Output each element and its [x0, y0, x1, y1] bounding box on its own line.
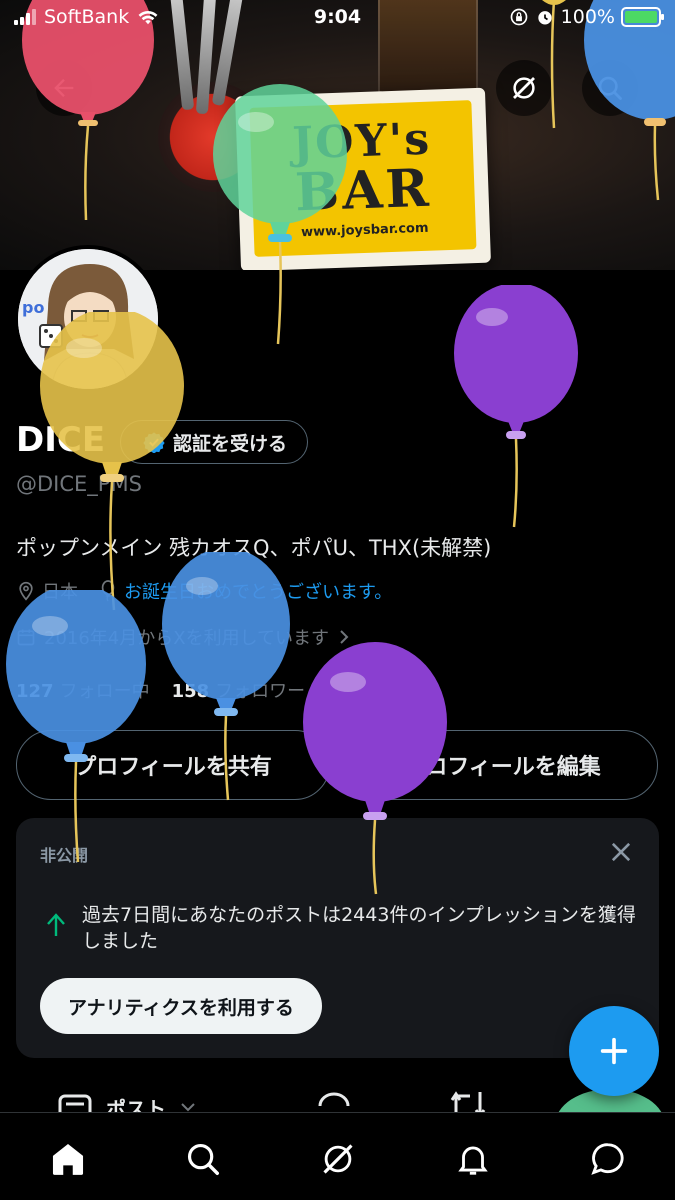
followers-link[interactable]: 158 フォロワー — [172, 677, 306, 703]
bottom-nav — [0, 1112, 675, 1200]
arrow-up-icon — [47, 913, 65, 936]
nav-grok[interactable] — [308, 1135, 368, 1183]
grok-icon — [322, 1144, 353, 1174]
grok-button[interactable] — [496, 60, 552, 116]
profile-location: 日本 — [42, 582, 78, 603]
following-count: 127 — [16, 681, 54, 702]
bell-icon — [457, 1146, 488, 1175]
profile-tabs: ポスト — [0, 1086, 675, 1114]
edit-profile-button[interactable]: プロフィールを編集 — [346, 730, 658, 800]
messages-icon — [590, 1143, 624, 1175]
display-name: DICE — [16, 420, 106, 460]
plus-icon — [600, 1037, 628, 1065]
chevron-right-icon — [340, 630, 349, 644]
search-icon — [187, 1143, 219, 1175]
joined-date[interactable]: 2016年4月からXを利用しています — [16, 624, 351, 650]
followers-label: フォロワー — [215, 681, 306, 702]
balloon-icon — [101, 580, 115, 602]
get-verified-button[interactable]: 認証を受ける — [120, 420, 309, 464]
coaster-url: www.joysbar.com — [300, 220, 429, 241]
posts-icon — [58, 1094, 92, 1114]
tab-posts-label: ポスト — [106, 1096, 166, 1115]
close-icon[interactable] — [607, 838, 635, 866]
tab-reposts-icon[interactable] — [448, 1090, 488, 1114]
nav-home[interactable] — [38, 1135, 98, 1183]
calendar-icon — [17, 629, 35, 646]
user-handle: @DICE_PMS — [16, 472, 142, 496]
share-profile-button[interactable]: プロフィールを共有 — [16, 730, 330, 800]
following-label: フォロー中 — [59, 681, 150, 702]
nav-messages[interactable] — [578, 1135, 638, 1183]
status-bar: SoftBank 9:04 100% — [0, 0, 675, 38]
avatar[interactable]: po — [14, 245, 162, 393]
back-arrow-icon — [54, 79, 74, 97]
coaster-subtitle: BAR — [294, 157, 433, 224]
location-pin-icon — [19, 581, 33, 601]
svg-text:po: po — [22, 298, 44, 317]
back-button[interactable] — [36, 60, 92, 116]
impressions-message: 過去7日間にあなたのポストは2443件のインプレッションを獲得しました — [82, 904, 636, 952]
profile-bio: ポップンメイン 残カオスQ、ポパU、THX(未解禁) — [16, 536, 492, 560]
tab-replies-icon[interactable] — [316, 1090, 352, 1114]
verified-badge-icon — [143, 432, 165, 453]
search-icon — [598, 76, 622, 100]
nav-search[interactable] — [173, 1135, 233, 1183]
nav-notifications[interactable] — [443, 1135, 503, 1183]
alarm-icon — [538, 11, 552, 25]
battery-percent: 100% — [560, 6, 615, 28]
compose-button[interactable] — [569, 1006, 659, 1096]
analytics-button[interactable]: アナリティクスを利用する — [40, 978, 322, 1034]
joined-label: 2016年4月からXを利用しています — [44, 628, 330, 649]
battery-icon — [621, 7, 664, 27]
birthday-message[interactable]: お誕生日おめでとうございます。 — [124, 578, 392, 604]
banner-coaster: JOY's BAR www.joysbar.com — [235, 87, 491, 270]
grok-icon — [513, 77, 535, 99]
following-link[interactable]: 127 フォロー中 — [16, 677, 150, 703]
private-label: 非公開 — [40, 846, 89, 865]
profile-banner: JOY's BAR www.joysbar.com — [0, 0, 675, 270]
analytics-card: 非公開 過去7日間にあなたのポストは2443件のインプレッションを獲得しました … — [16, 818, 659, 1058]
followers-count: 158 — [171, 681, 210, 702]
search-button[interactable] — [582, 60, 638, 116]
profile-meta: 日本 お誕生日おめでとうございます。 — [16, 578, 392, 604]
avatar-illustration: po — [18, 249, 158, 389]
rotation-lock-icon — [510, 8, 528, 26]
home-icon — [52, 1143, 83, 1175]
get-verified-label: 認証を受ける — [173, 432, 288, 455]
balloon-purple — [454, 285, 578, 528]
follow-stats: 127 フォロー中 158 フォロワー — [16, 677, 305, 703]
tab-posts[interactable]: ポスト — [58, 1092, 196, 1114]
